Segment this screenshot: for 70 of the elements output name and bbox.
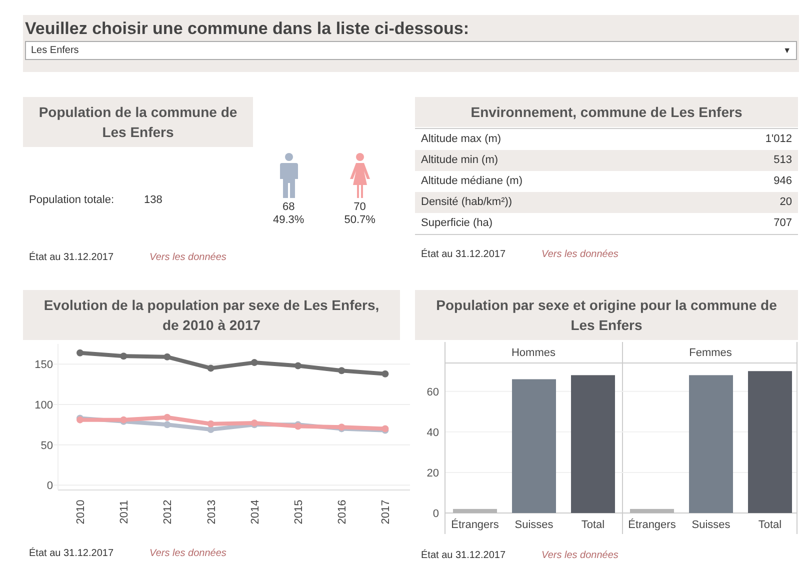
- share-value: 50.7%: [344, 214, 376, 227]
- axis-tick-label: Étrangers: [628, 519, 676, 531]
- row-value: 946: [774, 174, 792, 190]
- row-value: 20: [780, 195, 792, 210]
- point: [120, 352, 128, 360]
- row-value: 1'012: [765, 132, 792, 148]
- point: [207, 420, 214, 428]
- axis-tick-label: Total: [581, 519, 605, 531]
- row-label: Densité (hab/km²)): [421, 195, 512, 210]
- point: [338, 367, 346, 374]
- bar: [453, 508, 497, 513]
- page-title: Veuillez choisir une commune dans la liste ci-dessous:: [25, 18, 470, 40]
- total-value: 138: [144, 193, 162, 208]
- data-link[interactable]: Vers les données: [542, 247, 618, 262]
- point: [294, 362, 302, 370]
- row-label: Altitude médiane (m): [421, 174, 522, 190]
- date-note: État au 31.12.2017: [421, 247, 506, 262]
- panel-title: Population de la commune de Les Enfers: [23, 97, 253, 147]
- row-label: Superficie (ha): [421, 216, 493, 232]
- share-value: 49.3%: [273, 214, 304, 227]
- axis-tick-label: 2013: [206, 500, 218, 524]
- date-note: État au 31.12.2017: [29, 546, 114, 561]
- point: [164, 414, 171, 421]
- panel-title: Evolution de la population par sexe de Les Enfers, de 2010 à 2017: [23, 290, 400, 340]
- axis-tick-label: 2010: [75, 500, 87, 524]
- date-note: État au 31.12.2017: [421, 548, 506, 563]
- axis-tick-label: 100: [34, 400, 53, 412]
- point: [382, 370, 389, 378]
- axis-tick-label: 0: [46, 480, 53, 492]
- axis-tick-label: 2015: [293, 500, 305, 524]
- axis-tick-label: 50: [40, 440, 53, 452]
- date-note: État au 31.12.2017: [29, 250, 114, 265]
- facet-label: Hommes: [512, 347, 556, 359]
- row-value: 513: [774, 153, 792, 168]
- axis-tick-label: 0: [432, 508, 439, 520]
- axis-tick-label: 2017: [380, 500, 392, 524]
- count-value: 68: [282, 201, 295, 214]
- point: [164, 353, 171, 360]
- panel-title: Population par sexe et origine pour la commune de Les Enfers: [415, 290, 798, 340]
- axis-tick-label: 2016: [336, 500, 349, 524]
- axis-tick-label: 20: [426, 467, 439, 480]
- axis-tick-label: 60: [426, 386, 439, 398]
- row-label: Altitude min (m): [421, 153, 498, 168]
- count-value: 70: [354, 201, 366, 214]
- point: [250, 359, 258, 366]
- axis-tick-label: 2011: [118, 500, 131, 524]
- panel-title: Environnement, commune de Les Enfers: [415, 97, 798, 127]
- axis-tick-label: 2014: [249, 500, 262, 524]
- data-link[interactable]: Vers les données: [150, 546, 226, 561]
- axis-tick-label: Suisses: [692, 519, 730, 531]
- axis-tick-label: 150: [34, 359, 53, 372]
- point: [76, 349, 84, 356]
- axis-tick-label: 2012: [162, 500, 174, 524]
- data-link[interactable]: Vers les données: [150, 250, 226, 265]
- point: [207, 426, 214, 434]
- data-link[interactable]: Vers les données: [542, 548, 618, 563]
- facet-label: Femmes: [689, 347, 732, 359]
- man-icon: [280, 153, 298, 199]
- bar: [630, 508, 674, 513]
- axis-tick-label: 40: [426, 426, 439, 439]
- woman-icon: [350, 153, 370, 199]
- point: [207, 364, 214, 372]
- point: [164, 421, 171, 428]
- axis-tick-label: Total: [758, 519, 782, 531]
- axis-tick-label: Étrangers: [451, 519, 499, 531]
- axis-tick-label: Suisses: [514, 519, 554, 531]
- total-label: Population totale:: [29, 193, 114, 208]
- row-value: 707: [774, 216, 792, 232]
- row-label: Altitude max (m): [421, 132, 502, 148]
- commune-dropdown[interactable]: Les Enfers ▼: [25, 41, 797, 60]
